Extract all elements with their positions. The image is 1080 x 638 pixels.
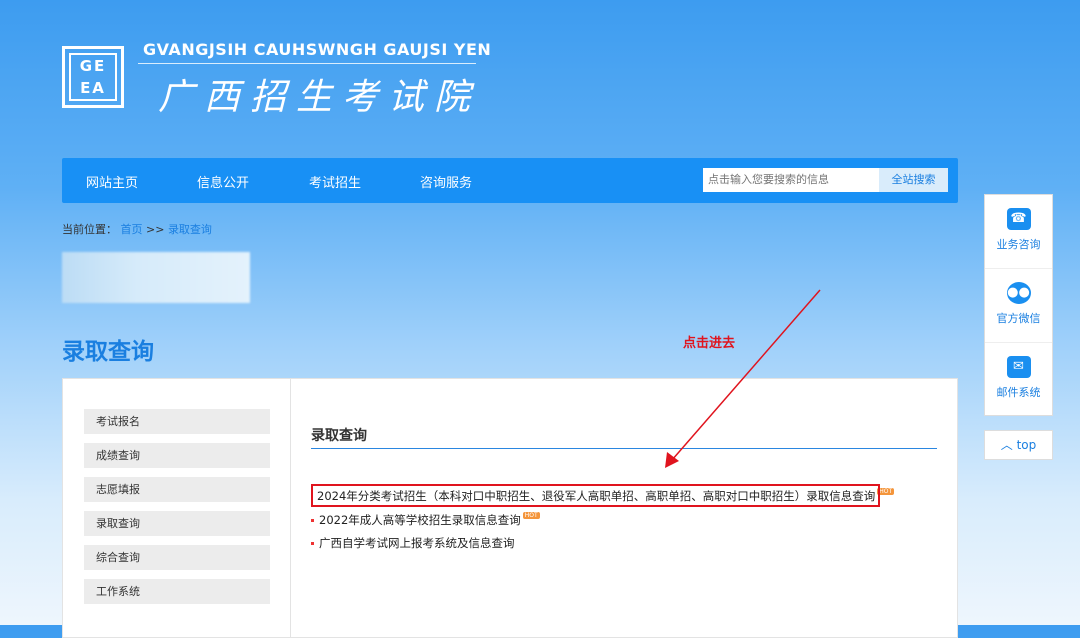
label: 官方微信 [996,312,1041,325]
right-float-panel: ☎ 业务咨询 ●● 官方微信 ✉ 邮件系统 [984,194,1053,416]
back-to-top-button[interactable]: ︿ top [984,430,1053,460]
mail-icon: ✉ [1006,356,1031,378]
mail-link[interactable]: ✉ 邮件系统 [985,343,1052,417]
chevron-up-icon: ︿ [1000,438,1013,452]
label: 业务咨询 [996,238,1041,251]
phone-icon: ☎ [1006,208,1031,230]
wechat-icon: ●● [1006,282,1031,304]
label: 邮件系统 [996,386,1041,399]
wechat-link[interactable]: ●● 官方微信 [985,269,1052,343]
top-label: top [1016,438,1037,452]
consult-link[interactable]: ☎ 业务咨询 [985,195,1052,269]
annotation-arrow [665,289,821,468]
